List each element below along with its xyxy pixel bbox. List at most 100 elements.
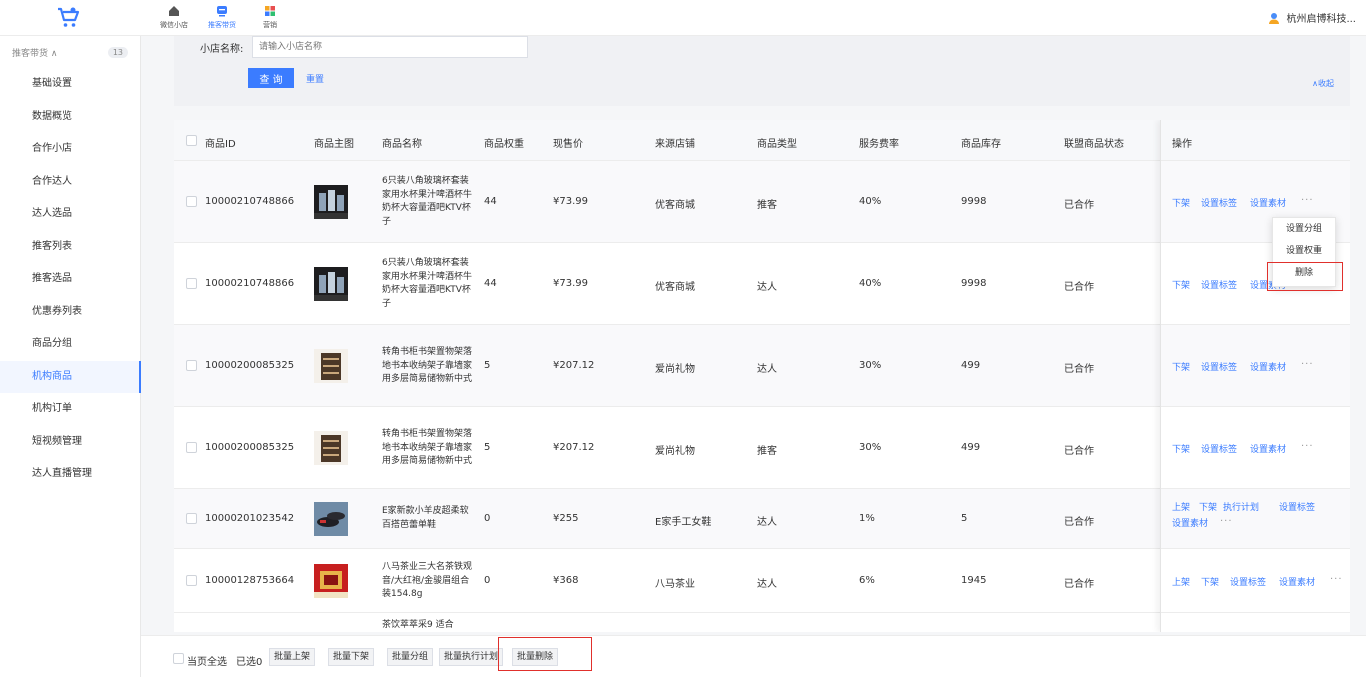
highlight-delete-menu bbox=[1267, 262, 1343, 291]
shop-name-label: 小店名称: bbox=[200, 44, 244, 55]
user-menu[interactable]: 杭州启博科技... bbox=[1267, 10, 1356, 25]
menu-set-weight[interactable]: 设置权重 bbox=[1273, 240, 1335, 262]
user-name: 杭州启博科技... bbox=[1286, 14, 1356, 25]
topnav-label: 微信小店 bbox=[160, 21, 188, 29]
row-checkbox[interactable] bbox=[186, 360, 197, 371]
sidebar-item[interactable]: 机构商品 bbox=[0, 360, 141, 393]
sidebar-item[interactable]: 合作达人 bbox=[0, 166, 140, 199]
batch-delist-button[interactable]: 批量下架 bbox=[328, 648, 375, 666]
sidebar-item[interactable]: 达人直播管理 bbox=[0, 458, 140, 491]
product-thumbnail[interactable] bbox=[314, 564, 348, 598]
reset-button[interactable]: 重置 bbox=[306, 72, 324, 85]
cell-type: 达人 bbox=[757, 579, 777, 590]
cell-price: ¥73.99 bbox=[553, 278, 588, 289]
sidebar-item[interactable]: 推客列表 bbox=[0, 231, 140, 264]
cell-shop: E家手工女鞋 bbox=[655, 517, 712, 528]
row-checkbox[interactable] bbox=[186, 442, 197, 453]
cell-type: 推客 bbox=[757, 446, 777, 457]
sidebar-group-tuike[interactable]: 推客带货 ∧ 13 bbox=[0, 36, 140, 68]
grid-icon bbox=[265, 6, 275, 16]
sidebar-item[interactable]: 合作小店 bbox=[0, 133, 140, 166]
header-stock: 商品库存 bbox=[961, 139, 1001, 150]
header-main-image: 商品主图 bbox=[314, 139, 354, 150]
sidebar-item[interactable]: 商品分组 bbox=[0, 328, 140, 361]
sidebar-item[interactable]: 推客选品 bbox=[0, 263, 140, 296]
batch-list-button[interactable]: 批量上架 bbox=[269, 648, 316, 666]
header-product-name: 商品名称 bbox=[382, 139, 422, 150]
cell-price: ¥255 bbox=[553, 513, 579, 524]
product-name: E家新款小羊皮超柔软百搭芭蕾单鞋 bbox=[382, 506, 469, 530]
topnav-wechat-shop[interactable]: 微信小店 bbox=[150, 0, 198, 36]
header-weight: 商品权重 bbox=[484, 139, 524, 150]
product-thumbnail[interactable] bbox=[314, 185, 348, 219]
cell-status: 已合作 bbox=[1064, 200, 1094, 211]
cell-shop: 优客商城 bbox=[655, 200, 695, 211]
select-all-checkbox[interactable] bbox=[186, 135, 197, 146]
shop-name-input[interactable] bbox=[252, 36, 528, 58]
top-nav: 微信小店 推客带货 营销 bbox=[150, 0, 294, 36]
header-price: 现售价 bbox=[553, 139, 583, 150]
batch-footer: 当页全选 已选0 批量上架 批量下架 批量分组 批量执行计划 批量删除 bbox=[141, 635, 1366, 677]
cell-shop: 八马茶业 bbox=[655, 579, 695, 590]
cell-status: 已合作 bbox=[1064, 282, 1094, 293]
cell-shop: 爱尚礼物 bbox=[655, 446, 695, 457]
cell-rate: 40% bbox=[859, 196, 882, 207]
cell-status: 已合作 bbox=[1064, 579, 1094, 590]
row-checkbox[interactable] bbox=[186, 575, 197, 586]
select-all-label: 当页全选 bbox=[187, 657, 227, 668]
topnav-tuike[interactable]: 推客带货 bbox=[198, 0, 246, 36]
cell-type: 推客 bbox=[757, 200, 777, 211]
cell-weight: 0 bbox=[484, 575, 491, 586]
sidebar-item[interactable]: 优惠券列表 bbox=[0, 296, 140, 329]
sidebar-item[interactable]: 基础设置 bbox=[0, 68, 140, 101]
batch-plan-button[interactable]: 批量执行计划 bbox=[439, 648, 504, 666]
sidebar-item[interactable]: 达人选品 bbox=[0, 198, 140, 231]
row-checkbox[interactable] bbox=[186, 196, 197, 207]
cart-logo-icon[interactable] bbox=[56, 6, 80, 30]
product-name: 转角书柜书架置物架落地书本收纳架子靠墙家用多层简易储物新中式 bbox=[382, 429, 473, 466]
product-name: 八马茶业三大名茶铁观音/大红袍/金骏眉组合装154.8g bbox=[382, 562, 473, 599]
menu-set-group[interactable]: 设置分组 bbox=[1273, 218, 1335, 240]
cell-stock: 1945 bbox=[961, 575, 987, 586]
product-thumbnail[interactable] bbox=[314, 267, 348, 301]
cell-weight: 5 bbox=[484, 442, 491, 453]
row-checkbox[interactable] bbox=[186, 513, 197, 524]
product-id: 10000210748866 bbox=[205, 278, 295, 289]
row-checkbox[interactable] bbox=[186, 278, 197, 289]
cell-rate: 1% bbox=[859, 513, 875, 524]
sidebar: 推客带货 ∧ 13 基础设置 数据概览 合作小店 合作达人 达人选品 推客列表 推客选品 优惠… bbox=[0, 36, 141, 677]
product-name: 转角书柜书架置物架落地书本收纳架子靠墙家用多层简易储物新中式 bbox=[382, 347, 473, 384]
cell-status: 已合作 bbox=[1064, 364, 1094, 375]
product-name-partial: 茶饮萃萃采9 适合 bbox=[382, 620, 454, 630]
filter-panel: 小店名称: 查 询 重置 ∧收起 bbox=[174, 36, 1350, 106]
operations-column bbox=[1160, 120, 1350, 632]
cell-stock: 9998 bbox=[961, 278, 987, 289]
cell-price: ¥207.12 bbox=[553, 360, 595, 371]
collapse-toggle[interactable]: ∧收起 bbox=[1312, 78, 1334, 89]
query-button[interactable]: 查 询 bbox=[248, 68, 294, 88]
cell-stock: 499 bbox=[961, 442, 981, 453]
sidebar-group-label: 推客带货 ∧ bbox=[12, 48, 58, 59]
product-thumbnail[interactable] bbox=[314, 349, 348, 383]
product-thumbnail[interactable] bbox=[314, 431, 348, 465]
cell-stock: 5 bbox=[961, 513, 968, 524]
batch-group-button[interactable]: 批量分组 bbox=[387, 648, 434, 666]
cell-price: ¥368 bbox=[553, 575, 579, 586]
sidebar-item[interactable]: 短视频管理 bbox=[0, 426, 140, 459]
sidebar-item[interactable]: 机构订单 bbox=[0, 393, 140, 426]
sidebar-item[interactable]: 数据概览 bbox=[0, 101, 140, 134]
topnav-marketing[interactable]: 营销 bbox=[246, 0, 294, 36]
cell-shop: 优客商城 bbox=[655, 282, 695, 293]
cell-rate: 6% bbox=[859, 575, 875, 586]
user-avatar-icon bbox=[1269, 12, 1280, 24]
product-thumbnail[interactable] bbox=[314, 502, 348, 536]
cell-rate: 30% bbox=[859, 360, 882, 371]
cell-status: 已合作 bbox=[1064, 446, 1094, 457]
cell-price: ¥73.99 bbox=[553, 196, 588, 207]
cell-type: 达人 bbox=[757, 517, 777, 528]
topnav-label: 营销 bbox=[263, 21, 277, 29]
sidebar-group-badge: 13 bbox=[107, 46, 128, 58]
cell-type: 达人 bbox=[757, 282, 777, 293]
page-select-all-checkbox[interactable] bbox=[173, 653, 184, 664]
product-id: 10000210748866 bbox=[205, 196, 295, 207]
